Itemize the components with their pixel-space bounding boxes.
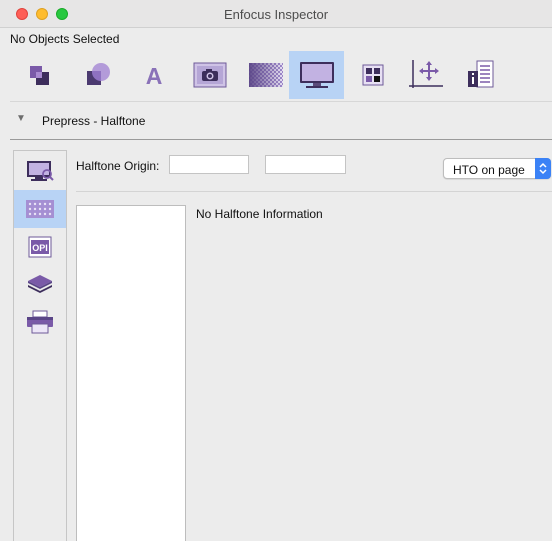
- halftone-mode-value: HTO on page: [453, 163, 525, 177]
- transparency-icon: [248, 63, 283, 87]
- halftone-origin-label: Halftone Origin:: [76, 159, 160, 173]
- side-tab-print[interactable]: [14, 303, 66, 341]
- halftone-icon: [26, 200, 54, 218]
- side-tab-layers[interactable]: [14, 265, 66, 303]
- halftone-origin-y-field[interactable]: [265, 155, 346, 174]
- print-icon: [27, 310, 53, 334]
- section-divider: [10, 139, 552, 140]
- disclosure-triangle-icon[interactable]: ▼: [16, 113, 26, 124]
- document-info-icon: [467, 60, 493, 88]
- tab-position[interactable]: [398, 51, 453, 99]
- halftone-mode-select[interactable]: HTO on page: [443, 158, 551, 179]
- window-title: Enfocus Inspector: [223, 7, 329, 22]
- tab-fill-stroke[interactable]: [70, 51, 125, 99]
- layers-icon: [28, 275, 52, 293]
- color-icon: [362, 64, 383, 86]
- tab-text[interactable]: A: [126, 51, 181, 99]
- fill-stroke-icon: [86, 63, 110, 85]
- text-icon: A: [145, 63, 162, 88]
- toolbar-divider: [10, 101, 552, 102]
- tab-color[interactable]: [345, 51, 400, 99]
- objects-icon: [29, 66, 49, 85]
- svg-text:A: A: [145, 63, 162, 88]
- halftone-origin-x-field[interactable]: [169, 155, 249, 174]
- tab-prepress[interactable]: [289, 51, 344, 99]
- opi-icon: OPI: [28, 236, 52, 258]
- side-tab-opi[interactable]: OPI: [14, 228, 66, 266]
- tab-objects[interactable]: [12, 51, 67, 99]
- updown-chevron-icon: [535, 158, 551, 179]
- side-tab-bar: OPI: [13, 150, 67, 541]
- prepress-icon: [299, 62, 334, 88]
- tab-document-info[interactable]: [452, 51, 507, 99]
- empty-state-message: No Halftone Information: [196, 207, 323, 221]
- content-divider: [76, 191, 552, 192]
- tab-transparency[interactable]: [238, 51, 293, 99]
- halftone-list[interactable]: [76, 205, 186, 541]
- section-title[interactable]: Prepress - Halftone: [42, 114, 145, 128]
- side-tab-display[interactable]: [14, 152, 66, 190]
- display-icon: [27, 161, 54, 181]
- selection-status: No Objects Selected: [10, 32, 120, 46]
- tab-image[interactable]: [182, 51, 237, 99]
- side-tab-halftone[interactable]: [14, 190, 66, 228]
- svg-text:OPI: OPI: [32, 243, 48, 253]
- title-bar: Enfocus Inspector: [0, 0, 552, 28]
- position-icon: [408, 60, 443, 88]
- image-icon: [193, 62, 226, 88]
